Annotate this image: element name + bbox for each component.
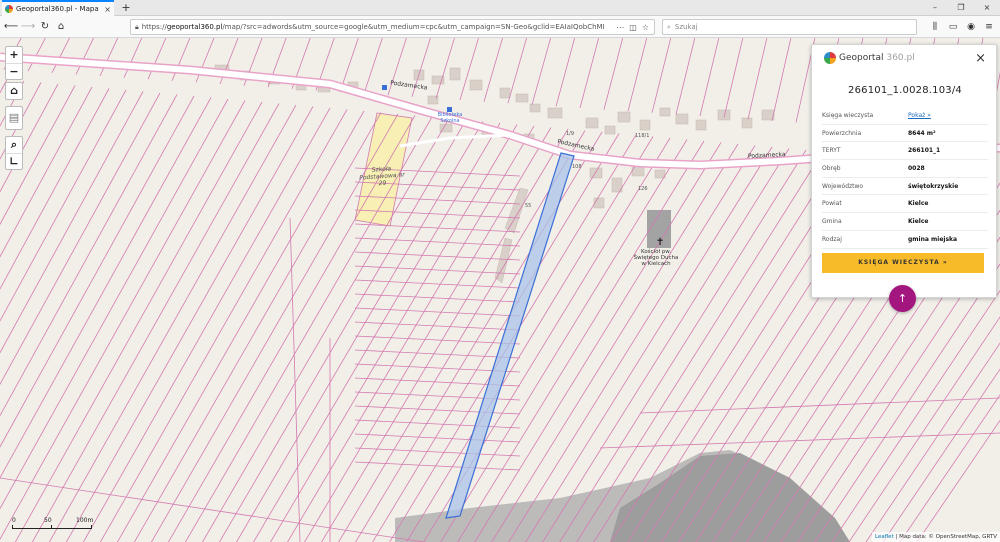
menu-icon[interactable]: ≡	[982, 19, 996, 35]
scroll-up-button[interactable]: ↑	[889, 285, 916, 312]
map-search-icon[interactable]: ⌕	[6, 137, 22, 153]
attribute-key: Gmina	[822, 217, 842, 225]
home-icon[interactable]: ⌂	[53, 19, 69, 35]
parcel-info-panel: Geoportal 360.pl × 266101_1.0028.103/4 Ks…	[811, 44, 997, 298]
tab-close-icon[interactable]: ×	[104, 5, 111, 14]
url-text: https://geoportal360.pl/map/?src=adwords…	[141, 23, 605, 31]
url-bar[interactable]: 🔒︎ https://geoportal360.pl/map/?src=adwo…	[130, 19, 655, 35]
favicon-icon	[5, 5, 13, 13]
map-attribution: Leaflet | Map data: © OpenStreetMap, GRT…	[872, 532, 1000, 542]
attribute-key: Rodzaj	[822, 235, 842, 243]
back-icon[interactable]: ⟵	[3, 19, 19, 35]
minimize-button[interactable]: –	[922, 0, 948, 16]
attribute-row: TERYT 266101_1	[822, 142, 988, 161]
map-home-icon[interactable]: ⌂	[6, 83, 22, 99]
zoom-in-button[interactable]: +	[6, 47, 22, 63]
geoportal-logo: Geoportal 360.pl	[824, 52, 915, 64]
layers-control: ▤	[5, 106, 23, 130]
lock-icon: 🔒︎	[135, 22, 139, 31]
parcel-number: 126	[638, 186, 648, 192]
attribute-key: Powiat	[822, 200, 842, 208]
search-icon: ⌕	[667, 22, 671, 31]
zoom-out-button[interactable]: −	[6, 63, 22, 79]
attribute-value: gmina miejska	[908, 235, 958, 243]
browser-navbar: ⟵ ⟶ ↻ ⌂ 🔒︎ https://geoportal360.pl/map/?…	[0, 16, 1000, 38]
zoom-control: + −	[5, 46, 23, 80]
new-tab-button[interactable]: +	[119, 0, 133, 16]
attribute-row: Powierzchnia 8644 m²	[822, 125, 988, 143]
browser-tab[interactable]: Geoportal360.pl - Mapa interak ×	[2, 0, 114, 16]
window-controls: – ❐ ×	[922, 0, 1000, 16]
attribute-key: Powierzchnia	[822, 129, 862, 137]
maximize-button[interactable]: ❐	[948, 0, 974, 16]
attribute-key: Województwo	[822, 182, 864, 190]
logo-mark-icon	[824, 52, 836, 64]
attribute-value: 8644 m²	[908, 129, 936, 137]
parcel-number: 108	[572, 164, 582, 170]
sidebar-icon[interactable]: ▭	[946, 19, 960, 35]
attribute-key: Księga wieczysta	[822, 111, 874, 119]
tab-title: Geoportal360.pl - Mapa interak	[16, 5, 101, 13]
school-label: Szkoła Podstawowa nr 29	[359, 165, 405, 188]
tools-control: ⌕ ∟	[5, 136, 23, 170]
bookmark-star-icon[interactable]: ☆	[642, 23, 649, 32]
measure-icon[interactable]: ∟	[6, 153, 22, 169]
layers-icon[interactable]: ▤	[6, 107, 22, 129]
account-icon[interactable]: ◉	[964, 19, 978, 35]
attribute-row: Rodzaj gmina miejska	[822, 231, 988, 249]
attribute-value: 0028	[908, 164, 925, 172]
pocket-icon[interactable]: ◫	[629, 23, 637, 32]
forward-icon[interactable]: ⟶	[20, 19, 36, 35]
attribute-row: Księga wieczysta Pokaż »	[822, 107, 988, 125]
browser-titlebar: Geoportal360.pl - Mapa interak × + – ❐ ×	[0, 0, 1000, 16]
land-register-link[interactable]: Pokaż »	[908, 112, 931, 119]
land-register-button[interactable]: KSIĘGA WIECZYSTA »	[822, 253, 984, 273]
parcel-id: 266101_1.0028.103/4	[848, 85, 962, 96]
attribute-key: Obręb	[822, 164, 841, 172]
leaflet-link[interactable]: Leaflet	[875, 534, 894, 540]
attribute-value: świętokrzyskie	[908, 182, 959, 190]
attribute-value: 266101_1	[908, 147, 941, 155]
attribute-row: Obręb 0028	[822, 160, 988, 178]
panel-close-icon[interactable]: ×	[975, 51, 986, 66]
search-input[interactable]: Szukaj	[675, 23, 698, 31]
attribute-key: TERYT	[822, 147, 841, 155]
home-control: ⌂	[5, 82, 23, 100]
scale-bar: 0 50 100m	[12, 517, 102, 529]
more-actions-icon[interactable]: ⋯	[616, 23, 624, 32]
search-bar[interactable]: ⌕ Szukaj	[662, 19, 917, 35]
library-label: Biblioteka Szkolna	[437, 112, 463, 124]
attribute-row: Województwo świętokrzyskie	[822, 178, 988, 196]
reload-icon[interactable]: ↻	[37, 19, 53, 35]
parcel-number: 1/9	[566, 131, 575, 137]
attribute-row: Gmina Kielce	[822, 213, 988, 231]
attribute-row: Powiat Kielce	[822, 195, 988, 214]
parcel-number: 55	[525, 203, 532, 209]
parcel-number: 118/1	[635, 133, 650, 139]
attribute-value: Kielce	[908, 200, 929, 208]
church-label: Kościół pw. Świętego Ducha w Kielcach	[633, 249, 679, 267]
parcel-attributes: Księga wieczysta Pokaż » Powierzchnia 8644 …	[822, 107, 988, 249]
library-icon[interactable]: ⫼	[928, 19, 942, 35]
svg-text:✝: ✝	[656, 237, 664, 248]
close-window-button[interactable]: ×	[974, 0, 1000, 16]
attribute-value: Kielce	[908, 217, 929, 225]
